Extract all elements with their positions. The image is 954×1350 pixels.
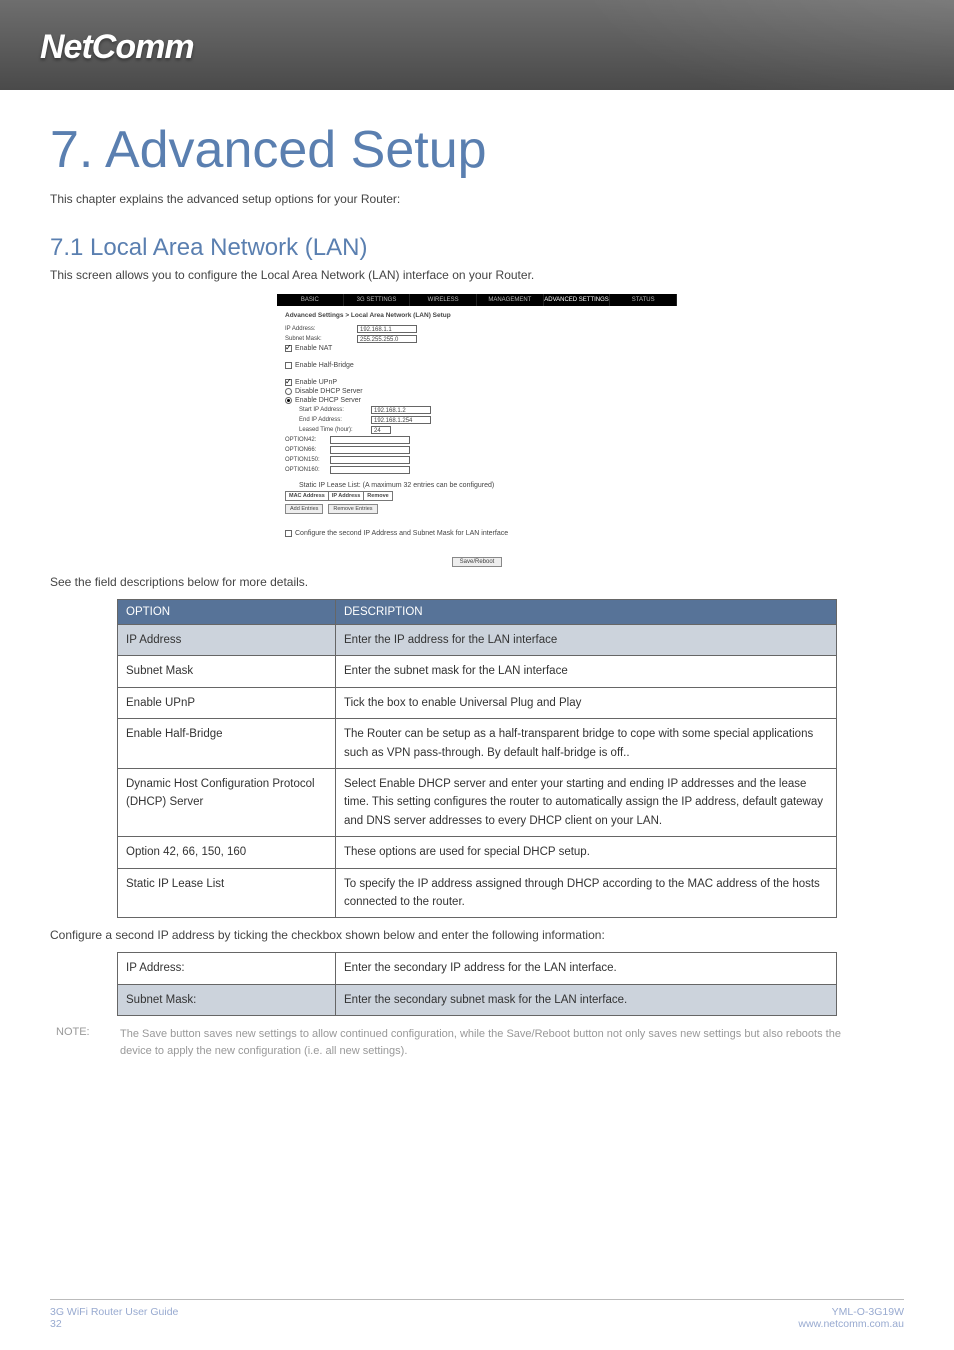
configure-second-text: Configure a second IP address by ticking… [50, 928, 904, 942]
tab-3g[interactable]: 3G SETTINGS [344, 294, 411, 306]
upnp-checkbox[interactable] [285, 379, 292, 386]
cell-opts-opt: Option 42, 66, 150, 160 [118, 837, 336, 868]
tab-management[interactable]: MANAGEMENT [477, 294, 544, 306]
th-option: OPTION [118, 600, 336, 625]
ip-input[interactable]: 192.168.1.1 [357, 325, 417, 333]
cell-opts-desc: These options are used for special DHCP … [336, 837, 837, 868]
footer-right: YML-O-3G19W www.netcomm.com.au [798, 1306, 904, 1330]
cell-lease-desc: To specify the IP address assigned throu… [336, 868, 837, 918]
opt160-input[interactable] [330, 466, 410, 474]
nat-checkbox[interactable] [285, 345, 292, 352]
ip-label: IP Address: [285, 326, 357, 332]
footer-model: YML-O-3G19W [798, 1306, 904, 1318]
th-ip: IP Address [328, 492, 363, 501]
lease-table: MAC Address IP Address Remove [285, 491, 393, 501]
option-desc-table: OPTION DESCRIPTION IP AddressEnter the I… [117, 599, 837, 918]
footer-url: www.netcomm.com.au [798, 1318, 904, 1330]
endip-input[interactable]: 192.168.1.254 [371, 416, 431, 424]
cell-upnp-desc: Tick the box to enable Universal Plug an… [336, 687, 837, 718]
th-remove: Remove [364, 492, 392, 501]
cell-mask-desc: Enter the subnet mask for the LAN interf… [336, 656, 837, 687]
cell-ip-opt: IP Address [118, 625, 336, 656]
tab-wireless[interactable]: WIRELESS [410, 294, 477, 306]
cell2-ip-opt: IP Address: [118, 953, 336, 984]
cell2-mask-opt: Subnet Mask: [118, 984, 336, 1015]
opt42-label: OPTION42: [285, 437, 330, 443]
cell-dhcp-opt: Dynamic Host Configuration Protocol (DHC… [118, 768, 336, 836]
brand-logo: NetComm [0, 0, 954, 67]
save-reboot-button[interactable]: Save/Reboot [452, 557, 502, 567]
ss-heading: Advanced Settings > Local Area Network (… [285, 312, 669, 319]
startip-input[interactable]: 192.168.1.2 [371, 406, 431, 414]
intro-text: This chapter explains the advanced setup… [50, 192, 904, 206]
opt66-input[interactable] [330, 446, 410, 454]
page-title: 7. Advanced Setup [50, 120, 904, 180]
note-text: The Save button saves new settings to al… [120, 1026, 904, 1059]
mask-label: Subnet Mask: [285, 336, 357, 342]
remove-entries-button[interactable]: Remove Entries [328, 504, 377, 514]
mask-input[interactable]: 255.255.255.0 [357, 335, 417, 343]
footer-page: 32 [50, 1318, 178, 1330]
section-title: 7.1 Local Area Network (LAN) [50, 234, 904, 262]
cell-lease-opt: Static IP Lease List [118, 868, 336, 918]
nat-label: Enable NAT [295, 345, 332, 352]
page-footer: 3G WiFi Router User Guide 32 YML-O-3G19W… [50, 1299, 904, 1330]
cell-upnp-opt: Enable UPnP [118, 687, 336, 718]
second-ip-checkbox[interactable] [285, 530, 292, 537]
lease-list-label: Static IP Lease List: (A maximum 32 entr… [299, 482, 669, 489]
second-ip-table: IP Address:Enter the secondary IP addres… [117, 952, 837, 1016]
page-content: 7. Advanced Setup This chapter explains … [0, 90, 954, 1059]
router-screenshot: BASIC 3G SETTINGS WIRELESS MANAGEMENT AD… [277, 294, 677, 567]
tab-basic[interactable]: BASIC [277, 294, 344, 306]
add-entries-button[interactable]: Add Entries [285, 504, 323, 514]
second-ip-label: Configure the second IP Address and Subn… [295, 530, 508, 537]
cell-half-desc: The Router can be setup as a half-transp… [336, 719, 837, 769]
th-mac: MAC Address [286, 492, 329, 501]
lease-label: Leased Time (hour): [299, 427, 371, 433]
cell2-mask-desc: Enter the secondary subnet mask for the … [336, 984, 837, 1015]
opt150-input[interactable] [330, 456, 410, 464]
startip-label: Start IP Address: [299, 407, 371, 413]
opt160-label: OPTION160: [285, 467, 330, 473]
opt150-label: OPTION150: [285, 457, 330, 463]
cell2-ip-desc: Enter the secondary IP address for the L… [336, 953, 837, 984]
cell-mask-opt: Subnet Mask [118, 656, 336, 687]
upnp-label: Enable UPnP [295, 379, 337, 386]
dhcp-enable-radio[interactable] [285, 397, 292, 404]
top-banner: NetComm [0, 0, 954, 90]
th-description: DESCRIPTION [336, 600, 837, 625]
cell-ip-desc: Enter the IP address for the LAN interfa… [336, 625, 837, 656]
note-row: NOTE: The Save button saves new settings… [50, 1026, 904, 1059]
half-label: Enable Half-Bridge [295, 362, 354, 369]
dhcp-enable-label: Enable DHCP Server [295, 397, 361, 404]
cell-half-opt: Enable Half-Bridge [118, 719, 336, 769]
half-checkbox[interactable] [285, 362, 292, 369]
opt42-input[interactable] [330, 436, 410, 444]
opt66-label: OPTION66: [285, 447, 330, 453]
footer-guide: 3G WiFi Router User Guide [50, 1306, 178, 1318]
section-intro: This screen allows you to configure the … [50, 268, 904, 282]
cell-dhcp-desc: Select Enable DHCP server and enter your… [336, 768, 837, 836]
footer-left: 3G WiFi Router User Guide 32 [50, 1306, 178, 1330]
ss-tabs: BASIC 3G SETTINGS WIRELESS MANAGEMENT AD… [277, 294, 677, 306]
tab-advanced[interactable]: ADVANCED SETTINGS [544, 294, 611, 306]
dhcp-disable-label: Disable DHCP Server [295, 388, 363, 395]
endip-label: End IP Address: [299, 417, 371, 423]
dhcp-disable-radio[interactable] [285, 388, 292, 395]
see-fields-text: See the field descriptions below for mor… [50, 575, 904, 589]
lease-input[interactable]: 24 [371, 426, 391, 434]
note-label: NOTE: [50, 1026, 120, 1059]
ss-body: Advanced Settings > Local Area Network (… [277, 306, 677, 545]
tab-status[interactable]: STATUS [610, 294, 677, 306]
